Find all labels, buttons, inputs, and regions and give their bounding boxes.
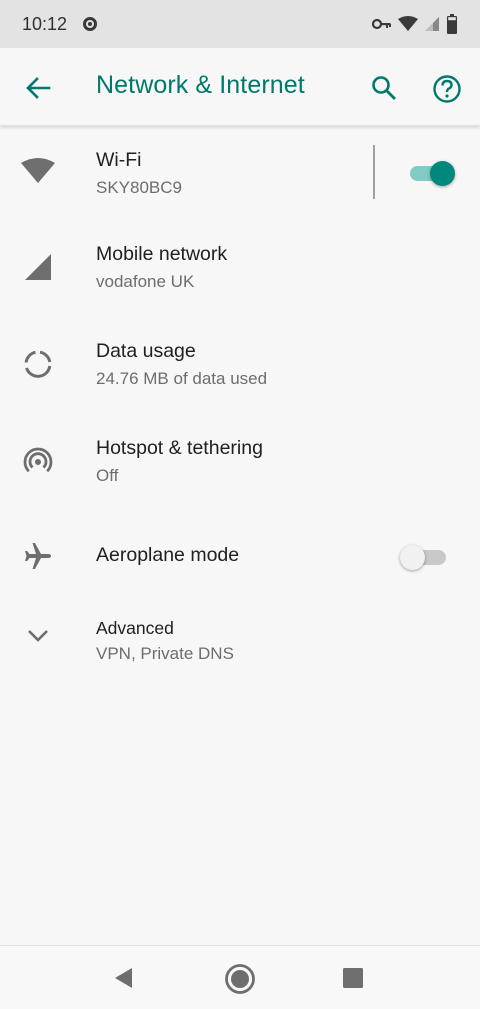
help-button[interactable] (430, 72, 464, 106)
advanced-title: Advanced (96, 618, 174, 638)
settings-list: Wi-Fi SKY80BC9 Mobile network vodafone U… (0, 126, 480, 682)
status-icons (372, 14, 458, 34)
hotspot-status: Off (96, 466, 119, 485)
search-button[interactable] (368, 72, 400, 104)
wifi-icon (20, 153, 56, 189)
advanced-setting[interactable]: Advanced VPN, Private DNS (0, 602, 480, 682)
wifi-setting[interactable]: Wi-Fi SKY80BC9 (0, 126, 480, 221)
navigation-bar (0, 945, 480, 1009)
wifi-network-name: SKY80BC9 (96, 178, 182, 197)
signal-icon (20, 249, 56, 285)
search-icon (372, 76, 396, 100)
mobile-network-title: Mobile network (96, 243, 228, 265)
home-circle-icon (225, 964, 255, 994)
status-bar: 10:12 (0, 0, 480, 48)
aeroplane-mode-setting[interactable]: Aeroplane mode (0, 512, 480, 602)
aeroplane-mode-title: Aeroplane mode (96, 544, 240, 566)
hotspot-icon (20, 443, 56, 479)
toggle-thumb (430, 161, 455, 186)
triangle-back-icon (115, 968, 132, 988)
hotspot-setting[interactable]: Hotspot & tethering Off (0, 415, 480, 512)
wifi-toggle[interactable] (410, 159, 455, 187)
aeroplane-mode-toggle[interactable] (400, 543, 448, 571)
wifi-status-icon (398, 16, 418, 32)
advanced-summary: VPN, Private DNS (96, 644, 234, 663)
square-recents-icon (343, 968, 363, 988)
battery-icon (446, 14, 458, 34)
airplane-icon (20, 538, 56, 574)
help-icon (433, 75, 461, 103)
chevron-down-icon (20, 618, 56, 654)
arrow-back-icon (26, 77, 51, 99)
nav-recents-button[interactable] (342, 967, 364, 994)
sync-icon (83, 17, 98, 31)
hotspot-title: Hotspot & tethering (96, 437, 263, 459)
back-button[interactable] (22, 72, 54, 104)
data-usage-title: Data usage (96, 340, 196, 362)
wifi-title: Wi-Fi (96, 149, 142, 171)
mobile-network-carrier: vodafone UK (96, 272, 195, 291)
data-usage-setting[interactable]: Data usage 24.76 MB of data used (0, 318, 480, 415)
mobile-network-setting[interactable]: Mobile network vodafone UK (0, 221, 480, 318)
app-bar: Network & Internet (0, 48, 480, 126)
data-usage-icon (20, 346, 56, 382)
status-time: 10:12 (22, 13, 68, 34)
page-title: Network & Internet (96, 71, 305, 99)
divider (373, 145, 375, 199)
signal-status-icon (424, 16, 440, 32)
data-usage-amount: 24.76 MB of data used (96, 369, 268, 388)
nav-home-button[interactable] (224, 963, 256, 1000)
nav-back-button[interactable] (112, 966, 136, 995)
toggle-thumb (400, 545, 425, 570)
vpn-key-icon (372, 18, 392, 30)
